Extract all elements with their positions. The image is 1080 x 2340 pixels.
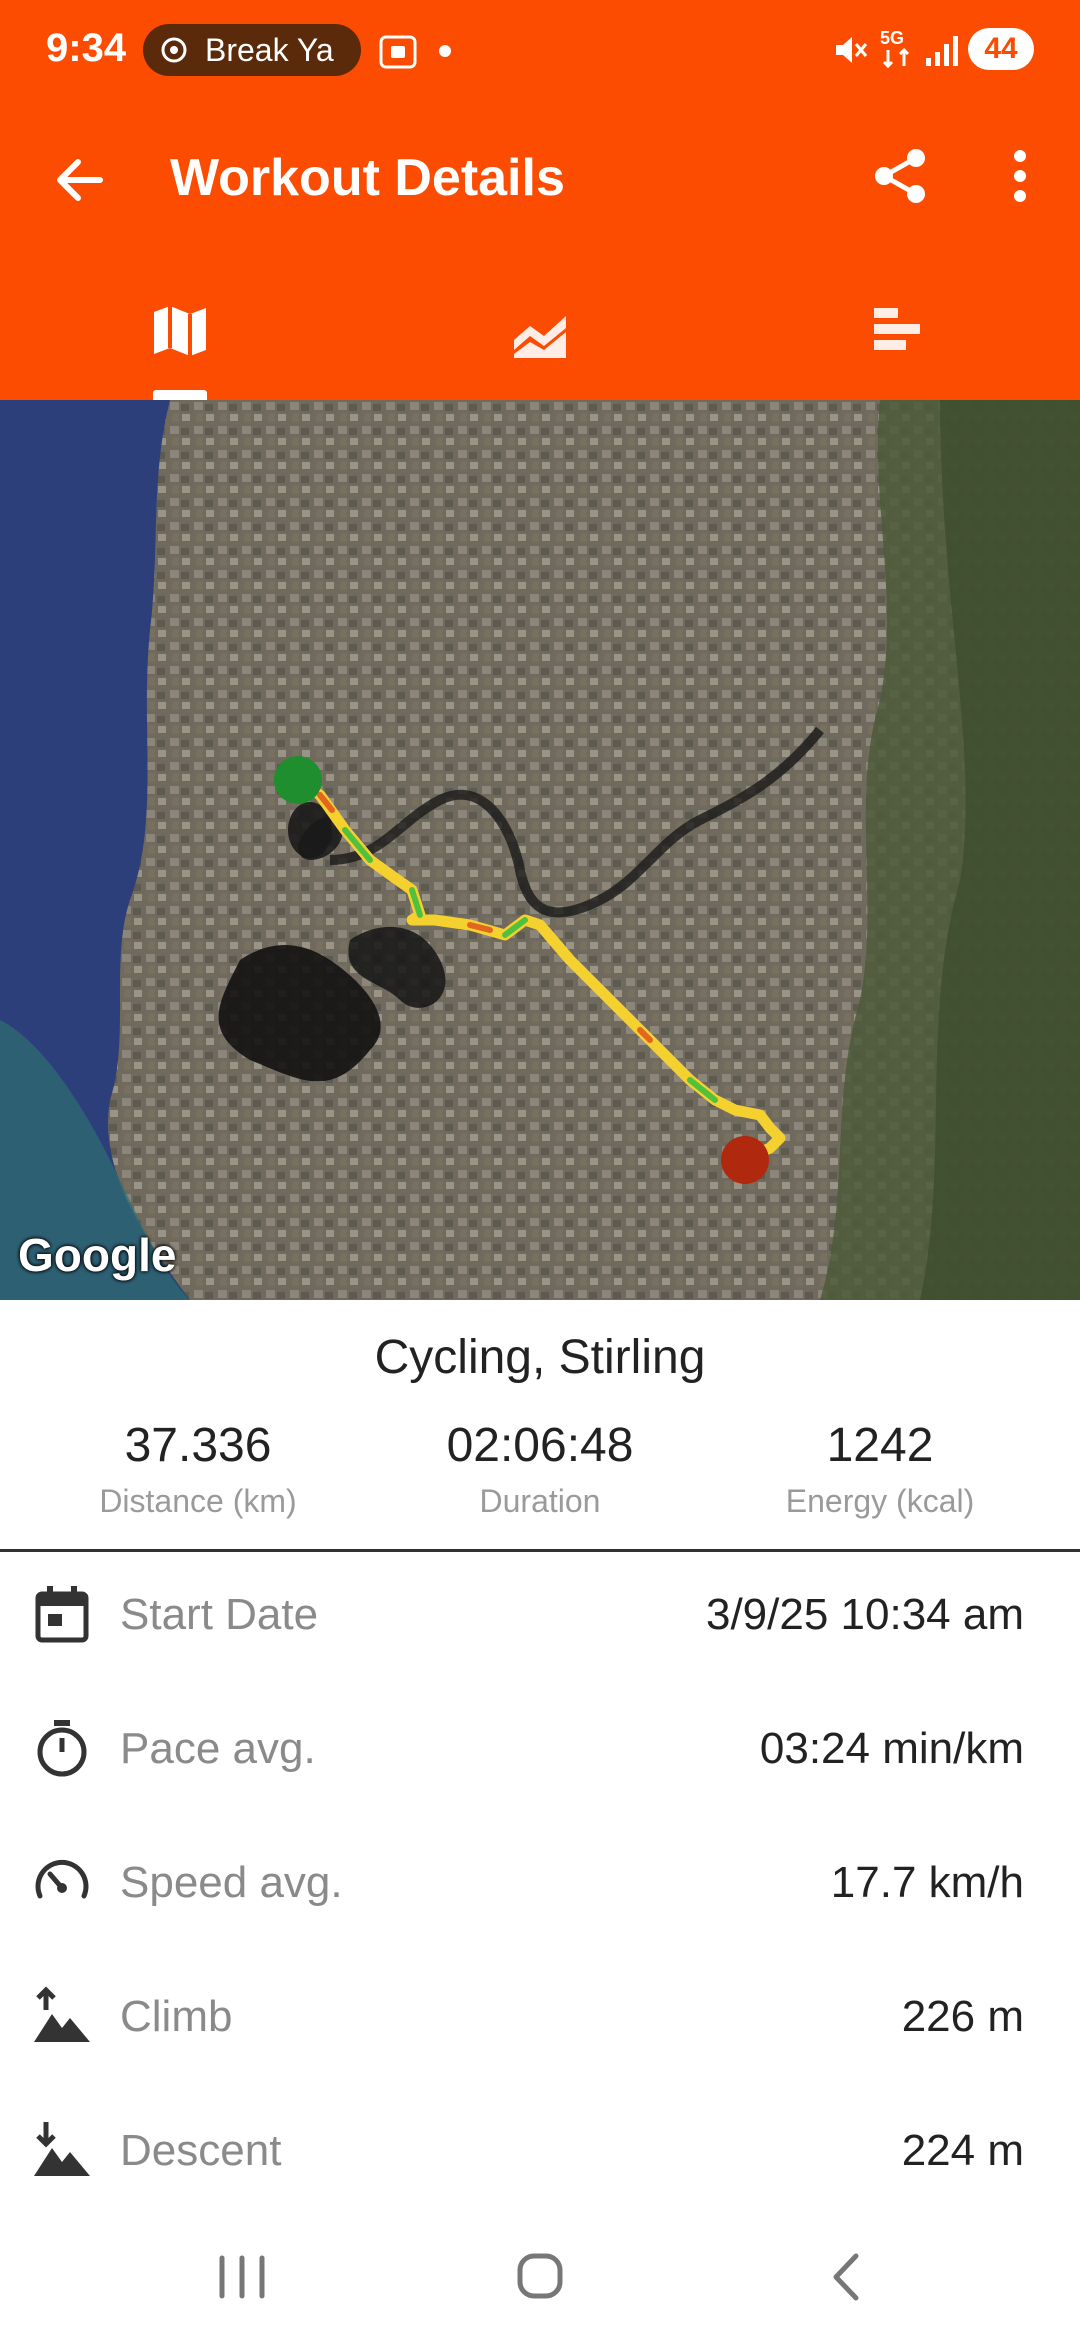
end-marker: [721, 1136, 769, 1184]
stopwatch-icon: [37, 1720, 87, 1777]
activity-title: Cycling, Stirling: [374, 1331, 706, 1384]
status-time: 9:34: [46, 26, 127, 70]
recents-icon[interactable]: [202, 2242, 282, 2312]
stat-label: Distance (km): [99, 1483, 297, 1519]
map-satellite: [0, 400, 1080, 1300]
system-nav-bar: [0, 2210, 1080, 2340]
stat-energy: 1242 Energy (kcal): [700, 1418, 1060, 1520]
home-icon[interactable]: [500, 2242, 580, 2312]
tab-charts[interactable]: [360, 270, 720, 400]
share-icon[interactable]: [868, 144, 932, 208]
detail-value: 224 m: [901, 2126, 1024, 2175]
detail-label: Speed avg.: [120, 1858, 343, 1907]
bar-list-icon: [874, 308, 920, 350]
detail-value: 03:24 min/km: [759, 1724, 1024, 1773]
calendar-icon: [35, 1586, 89, 1643]
detail-descent: Descent 224 m: [0, 2088, 1080, 2222]
workout-summary: Cycling, Stirling 37.336 Distance (km) 0…: [0, 1300, 1080, 1550]
back-nav-icon[interactable]: [808, 2242, 888, 2312]
detail-climb: Climb 226 m: [0, 1954, 1080, 2088]
arrow-left-icon[interactable]: [48, 148, 112, 212]
stat-value: 1242: [826, 1419, 934, 1472]
tab-indicator: [153, 390, 207, 400]
stat-label: Duration: [479, 1483, 601, 1519]
tab-map[interactable]: [0, 270, 360, 400]
page-title: Workout Details: [170, 149, 565, 207]
toolbar: Workout Details: [0, 110, 1080, 240]
route-map[interactable]: Google: [0, 400, 1080, 1300]
stat-value: 02:06:48: [446, 1419, 634, 1472]
detail-label: Start Date: [120, 1590, 319, 1639]
app-bar: 9:34 Break Ya 5G 44 Workout Details: [0, 0, 1080, 400]
tab-laps[interactable]: [720, 270, 1080, 400]
dot-icon: [439, 45, 451, 57]
descent-icon: [34, 2122, 90, 2176]
stat-duration: 02:06:48 Duration: [360, 1418, 720, 1520]
speedometer-icon: [35, 1859, 89, 1899]
google-attribution: Google: [18, 1229, 177, 1281]
area-chart-icon: [514, 316, 566, 358]
stat-label: Energy (kcal): [785, 1483, 975, 1519]
detail-value: 17.7 km/h: [830, 1858, 1024, 1907]
screenshot-icon: [379, 35, 417, 69]
more-vert-icon[interactable]: [1000, 144, 1040, 208]
5g-icon: 5G: [880, 28, 910, 69]
signal-icon: [926, 36, 958, 66]
detail-value: 226 m: [901, 1992, 1024, 2041]
battery-icon: 44: [968, 28, 1034, 70]
media-pill[interactable]: Break Ya: [143, 24, 361, 76]
detail-speed: Speed avg. 17.7 km/h: [0, 1820, 1080, 1954]
map-icon: [154, 306, 206, 356]
svg-text:5G: 5G: [880, 28, 904, 48]
detail-label: Climb: [120, 1992, 233, 2041]
tab-bar: [0, 270, 1080, 400]
stat-value: 37.336: [124, 1419, 272, 1472]
climb-icon: [34, 1986, 90, 2042]
media-pill-text: Break Ya: [205, 32, 334, 68]
detail-label: Pace avg.: [120, 1724, 316, 1773]
start-marker: [274, 756, 322, 804]
media-play-icon: [161, 37, 187, 63]
detail-pace: Pace avg. 03:24 min/km: [0, 1686, 1080, 1820]
mute-icon: [836, 37, 868, 63]
stat-distance: 37.336 Distance (km): [18, 1418, 378, 1520]
status-bar: 9:34 Break Ya 5G 44: [0, 0, 1080, 100]
detail-start-date: Start Date 3/9/25 10:34 am: [0, 1552, 1080, 1686]
detail-label: Descent: [120, 2126, 282, 2175]
detail-value: 3/9/25 10:34 am: [705, 1590, 1024, 1639]
